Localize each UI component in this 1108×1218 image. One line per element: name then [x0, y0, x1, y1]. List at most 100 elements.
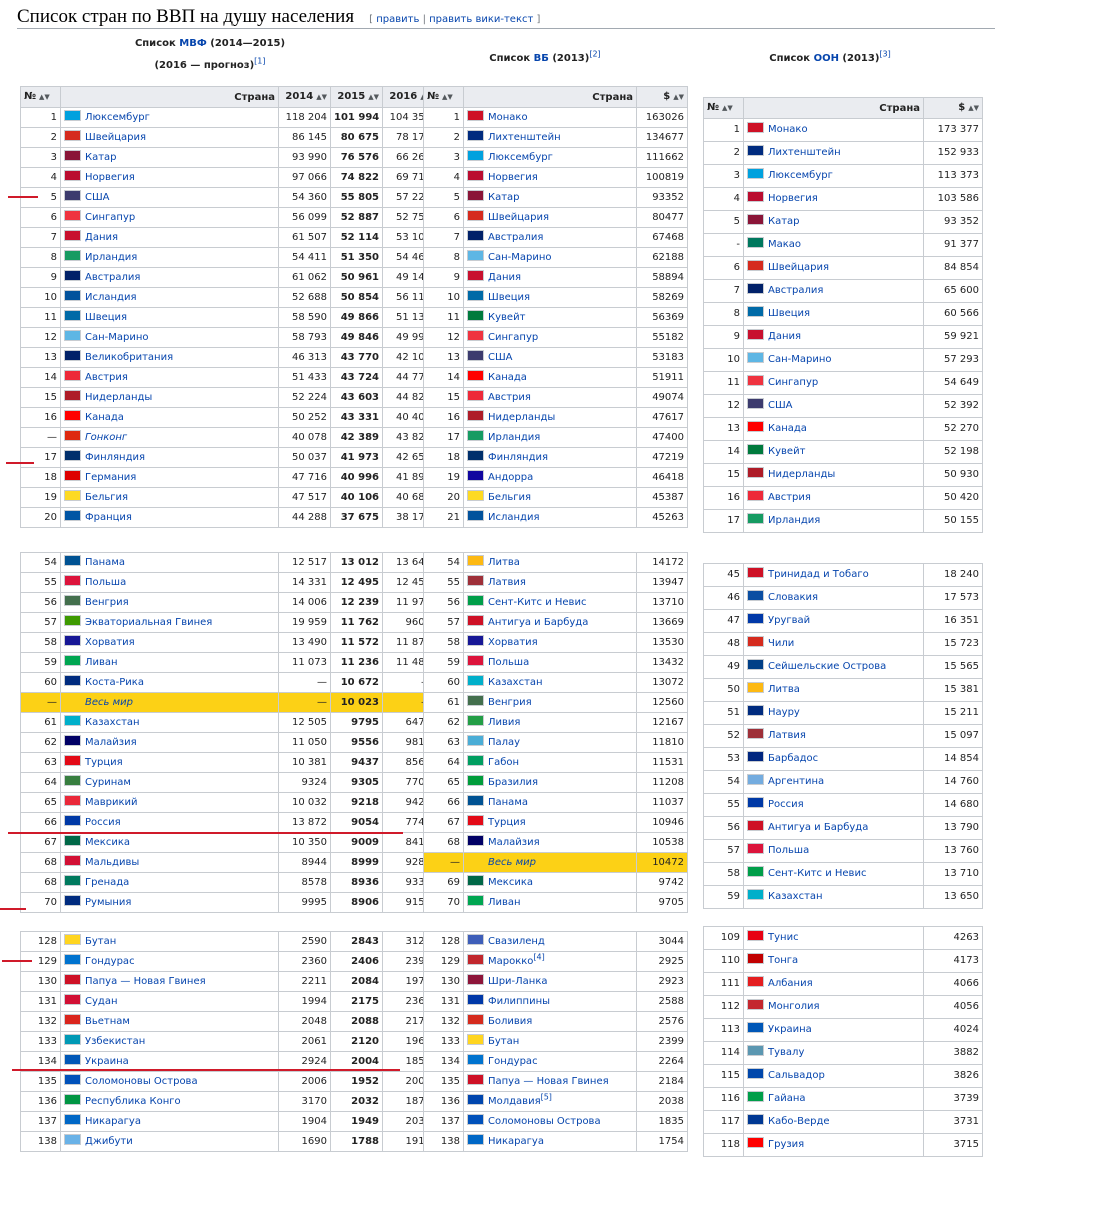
flag-icon[interactable] [467, 450, 484, 461]
flag-icon[interactable] [64, 855, 81, 866]
country-link[interactable]: Гондурас [488, 1056, 538, 1067]
country-link[interactable]: Норвегия [488, 172, 538, 183]
country-link[interactable]: Норвегия [768, 193, 818, 204]
flag-icon[interactable] [747, 490, 764, 501]
flag-icon[interactable] [64, 715, 81, 726]
imf-ref[interactable]: [1] [254, 57, 265, 66]
flag-icon[interactable] [64, 815, 81, 826]
country-link[interactable]: Дания [488, 272, 521, 283]
flag-icon[interactable] [467, 635, 484, 646]
country-link[interactable]: Боливия [488, 1016, 532, 1027]
country-link[interactable]: Антигуа и Барбуда [768, 822, 868, 833]
country-link[interactable]: Сент-Китс и Невис [488, 597, 586, 608]
flag-icon[interactable] [467, 110, 484, 121]
country-link[interactable]: США [768, 400, 793, 411]
country-link[interactable]: Маврикий [85, 797, 138, 808]
flag-icon[interactable] [467, 430, 484, 441]
flag-icon[interactable] [467, 290, 484, 301]
flag-icon[interactable] [64, 450, 81, 461]
country-link[interactable]: Казахстан [488, 677, 543, 688]
country-link[interactable]: Канада [488, 372, 527, 383]
country-link[interactable]: Макао [768, 239, 801, 250]
country-link[interactable]: Андорра [488, 472, 533, 483]
country-link[interactable]: Кабо-Верде [768, 1116, 830, 1127]
flag-icon[interactable] [467, 695, 484, 706]
country-link[interactable]: Катар [85, 152, 117, 163]
flag-icon[interactable] [467, 250, 484, 261]
sort-icon[interactable]: ▲▼ [673, 93, 684, 101]
country-link[interactable]: Исландия [488, 512, 539, 523]
flag-icon[interactable] [747, 352, 764, 363]
country-link[interactable]: Гайана [768, 1093, 806, 1104]
flag-icon[interactable] [747, 866, 764, 877]
flag-icon[interactable] [64, 250, 81, 261]
flag-icon[interactable] [467, 755, 484, 766]
column-header[interactable]: Страна [743, 97, 924, 119]
country-link[interactable]: Великобритания [85, 352, 173, 363]
reference-link[interactable]: [4] [533, 953, 544, 962]
flag-icon[interactable] [467, 410, 484, 421]
column-header[interactable]: № ▲▼ [423, 86, 464, 108]
flag-icon[interactable] [467, 555, 484, 566]
wb-ref[interactable]: [2] [589, 50, 600, 59]
sort-icon[interactable]: ▲▼ [968, 104, 979, 112]
flag-icon[interactable] [64, 615, 81, 626]
flag-icon[interactable] [64, 470, 81, 481]
country-link[interactable]: Малайзия [488, 837, 540, 848]
flag-icon[interactable] [467, 934, 484, 945]
country-link[interactable]: Исландия [85, 292, 136, 303]
country-link[interactable]: Джибути [85, 1136, 133, 1147]
flag-icon[interactable] [64, 934, 81, 945]
flag-icon[interactable] [467, 190, 484, 201]
country-link[interactable]: Антигуа и Барбуда [488, 617, 588, 628]
country-link[interactable]: Чили [768, 638, 794, 649]
country-link[interactable]: Весь мир [85, 697, 133, 708]
country-link[interactable]: Суринам [85, 777, 131, 788]
country-link[interactable]: Шри-Ланка [488, 976, 548, 987]
country-link[interactable]: Кувейт [488, 312, 525, 323]
un-link[interactable]: ООН [814, 53, 839, 64]
flag-icon[interactable] [467, 490, 484, 501]
flag-icon[interactable] [747, 567, 764, 578]
flag-icon[interactable] [747, 398, 764, 409]
country-link[interactable]: Турция [488, 817, 526, 828]
flag-icon[interactable] [467, 270, 484, 281]
country-link[interactable]: Польша [488, 657, 529, 668]
column-header[interactable]: 2015 ▲▼ [330, 86, 383, 108]
flag-icon[interactable] [747, 1137, 764, 1148]
country-link[interactable]: Папуа — Новая Гвинея [85, 976, 206, 987]
flag-icon[interactable] [747, 930, 764, 941]
country-link[interactable]: Катар [488, 192, 520, 203]
flag-icon[interactable] [467, 795, 484, 806]
flag-icon[interactable] [747, 976, 764, 987]
flag-icon[interactable] [64, 795, 81, 806]
flag-icon[interactable] [467, 775, 484, 786]
country-link[interactable]: Австралия [488, 232, 543, 243]
country-link[interactable]: Сальвадор [768, 1070, 825, 1081]
flag-icon[interactable] [747, 1091, 764, 1102]
country-link[interactable]: Бутан [488, 1036, 519, 1047]
country-link[interactable]: Экваториальная Гвинея [85, 617, 212, 628]
sort-icon[interactable]: ▲▼ [722, 104, 733, 112]
country-link[interactable]: Бутан [85, 936, 116, 947]
flag-icon[interactable] [747, 659, 764, 670]
flag-icon[interactable] [747, 168, 764, 179]
country-link[interactable]: Бельгия [488, 492, 531, 503]
flag-icon[interactable] [467, 595, 484, 606]
country-link[interactable]: Лихтенштейн [768, 147, 841, 158]
country-link[interactable]: Люксембург [85, 112, 150, 123]
flag-icon[interactable] [64, 510, 81, 521]
flag-icon[interactable] [747, 306, 764, 317]
flag-icon[interactable] [64, 635, 81, 646]
flag-icon[interactable] [747, 999, 764, 1010]
country-link[interactable]: Мальдивы [85, 857, 139, 868]
flag-icon[interactable] [747, 1022, 764, 1033]
country-link[interactable]: Коста-Рика [85, 677, 144, 688]
flag-icon[interactable] [467, 1034, 484, 1045]
flag-icon[interactable] [64, 130, 81, 141]
country-link[interactable]: Свазиленд [488, 936, 545, 947]
flag-icon[interactable] [747, 513, 764, 524]
country-link[interactable]: Венгрия [488, 697, 532, 708]
flag-icon[interactable] [467, 390, 484, 401]
flag-icon[interactable] [747, 421, 764, 432]
